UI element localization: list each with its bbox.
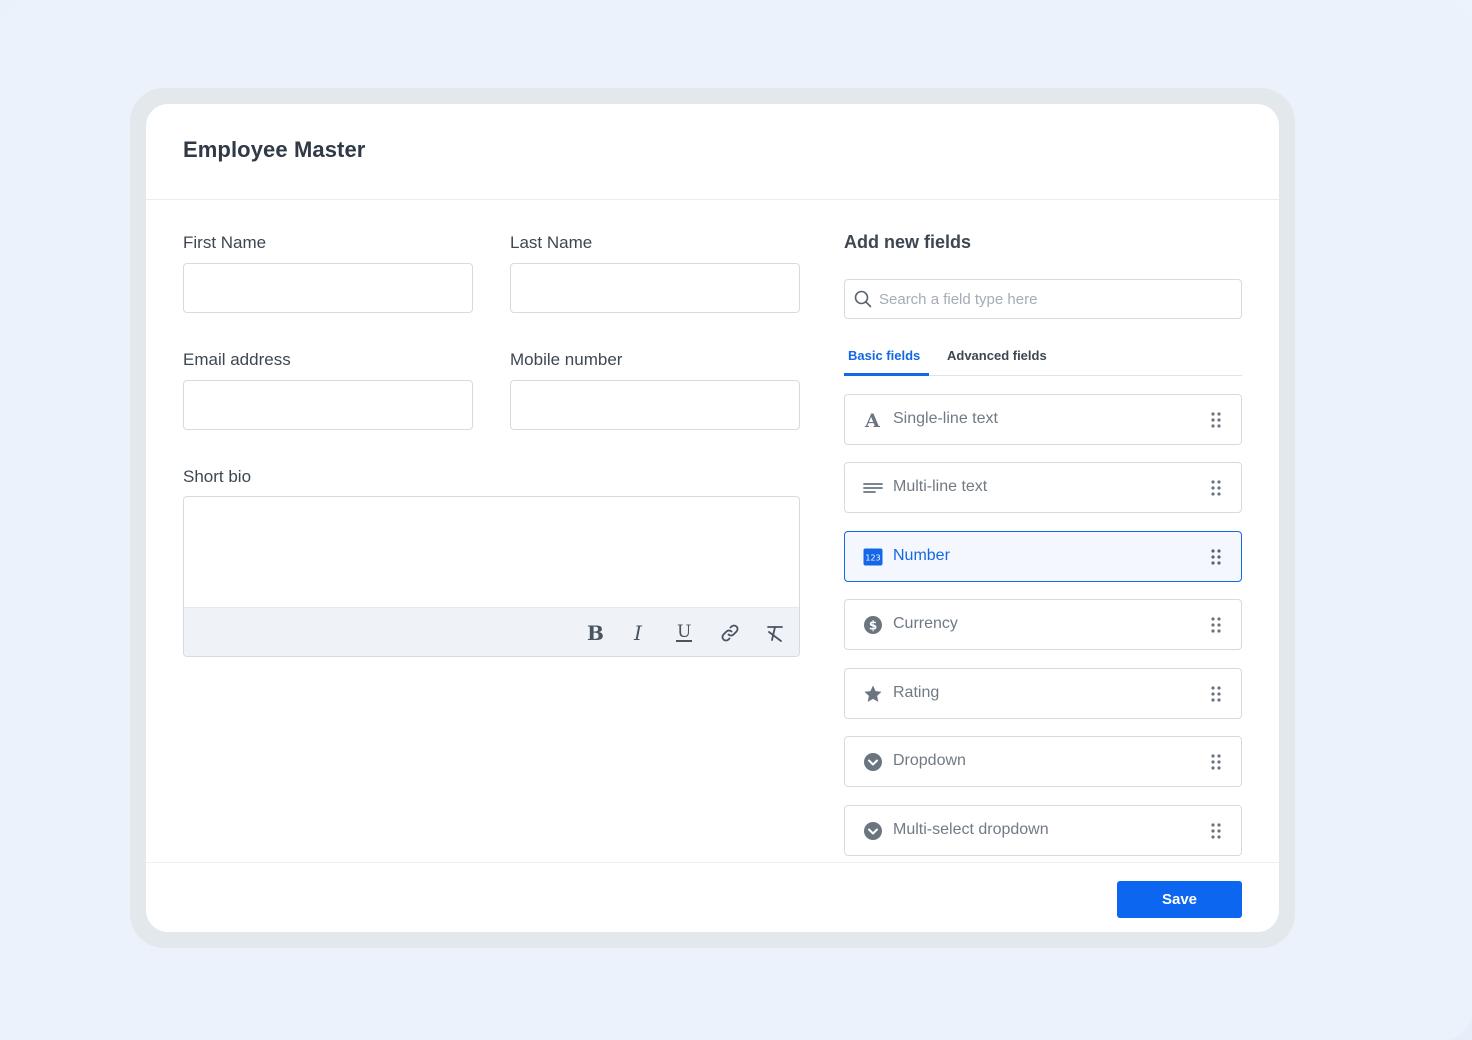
field-item-label: Rating bbox=[893, 684, 940, 701]
number-123-icon: 123 bbox=[863, 547, 883, 567]
field-item-number[interactable]: 123 Number bbox=[844, 531, 1242, 582]
bold-icon[interactable]: B bbox=[581, 620, 607, 646]
tab-basic-fields[interactable]: Basic fields bbox=[848, 348, 920, 363]
drag-handle-icon[interactable] bbox=[1211, 549, 1221, 565]
header: Employee Master bbox=[146, 104, 1279, 200]
rich-text-toolbar: B I U bbox=[184, 607, 799, 656]
field-item-rating[interactable]: Rating bbox=[844, 668, 1242, 719]
mobile-input[interactable] bbox=[510, 380, 800, 430]
svg-text:I: I bbox=[633, 623, 643, 643]
field-item-label: Multi-select dropdown bbox=[893, 821, 1049, 838]
save-button[interactable]: Save bbox=[1117, 881, 1242, 918]
field-search-input[interactable] bbox=[879, 280, 1229, 318]
first-name-label: First Name bbox=[183, 233, 267, 252]
drag-handle-icon[interactable] bbox=[1211, 754, 1221, 770]
active-tab-indicator bbox=[844, 373, 929, 376]
add-fields-title: Add new fields bbox=[844, 232, 972, 252]
svg-text:A: A bbox=[864, 410, 880, 430]
field-search bbox=[844, 279, 1242, 319]
first-name-input[interactable] bbox=[183, 263, 473, 313]
field-item-multi-select-dropdown[interactable]: Multi-select dropdown bbox=[844, 805, 1242, 856]
svg-text:B: B bbox=[587, 623, 603, 643]
underline-icon[interactable]: U bbox=[671, 620, 697, 646]
short-bio-textarea[interactable] bbox=[184, 497, 799, 607]
italic-icon[interactable]: I bbox=[626, 620, 652, 646]
svg-text:$: $ bbox=[869, 619, 877, 633]
last-name-input[interactable] bbox=[510, 263, 800, 313]
field-item-label: Multi-line text bbox=[893, 478, 988, 495]
clear-format-icon[interactable] bbox=[762, 620, 788, 646]
form-builder-card: Employee Master First Name Last Name Ema… bbox=[146, 104, 1279, 932]
chevron-circle-icon bbox=[863, 752, 883, 772]
chevron-circle-icon bbox=[863, 821, 883, 841]
field-item-label: Single-line text bbox=[893, 410, 998, 427]
field-item-label: Dropdown bbox=[893, 752, 966, 769]
field-item-dropdown[interactable]: Dropdown bbox=[844, 736, 1242, 787]
field-item-label: Number bbox=[893, 547, 950, 564]
field-item-label: Currency bbox=[893, 615, 958, 632]
field-item-currency[interactable]: $ Currency bbox=[844, 599, 1242, 650]
tab-advanced-fields[interactable]: Advanced fields bbox=[947, 348, 1047, 363]
short-bio-editor: B I U bbox=[183, 496, 800, 657]
email-input[interactable] bbox=[183, 380, 473, 430]
field-item-single-line-text[interactable]: A Single-line text bbox=[844, 394, 1242, 445]
drag-handle-icon[interactable] bbox=[1211, 823, 1221, 839]
last-name-label: Last Name bbox=[510, 233, 593, 252]
short-bio-label: Short bio bbox=[183, 467, 252, 486]
footer: Save bbox=[146, 862, 1279, 932]
lines-icon bbox=[863, 478, 883, 498]
drag-handle-icon[interactable] bbox=[1211, 617, 1221, 633]
field-item-multi-line-text[interactable]: Multi-line text bbox=[844, 462, 1242, 513]
svg-text:U: U bbox=[677, 622, 691, 642]
drag-handle-icon[interactable] bbox=[1211, 480, 1221, 496]
email-label: Email address bbox=[183, 350, 291, 369]
dollar-icon: $ bbox=[863, 615, 883, 635]
field-tabs: Basic fields Advanced fields bbox=[844, 344, 1242, 376]
link-icon[interactable] bbox=[717, 620, 743, 646]
search-icon bbox=[854, 290, 872, 313]
svg-text:123: 123 bbox=[865, 554, 880, 563]
drag-handle-icon[interactable] bbox=[1211, 412, 1221, 428]
star-icon bbox=[863, 684, 883, 704]
text-a-icon: A bbox=[863, 410, 883, 430]
drag-handle-icon[interactable] bbox=[1211, 686, 1221, 702]
mobile-label: Mobile number bbox=[510, 350, 623, 369]
page-title: Employee Master bbox=[183, 137, 366, 162]
